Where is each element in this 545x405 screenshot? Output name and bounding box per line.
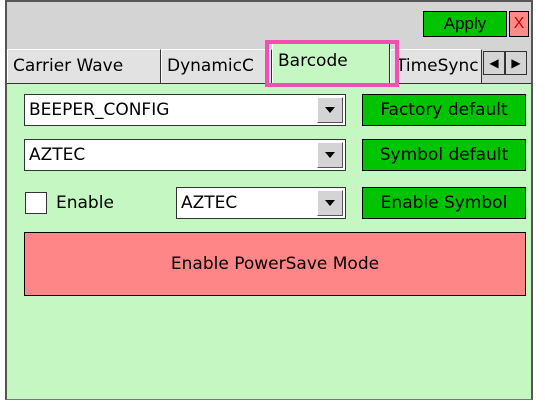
tab-dynamic[interactable]: DynamicC xyxy=(161,49,272,83)
config-select[interactable]: BEEPER_CONFIG xyxy=(24,94,346,126)
arrow-left-icon: ◀ xyxy=(489,56,499,70)
enable-symbol-select[interactable]: AZTEC xyxy=(176,187,346,219)
tab-timesync[interactable]: TimeSync xyxy=(390,49,482,83)
enable-checkbox-label: Enable xyxy=(56,193,114,213)
enable-powersave-button[interactable]: Enable PowerSave Mode xyxy=(24,232,526,296)
enable-checkbox[interactable] xyxy=(25,192,47,214)
symbol-select-value: AZTEC xyxy=(29,145,86,165)
apply-button[interactable]: Apply xyxy=(423,11,507,37)
factory-default-button[interactable]: Factory default xyxy=(362,94,526,126)
chevron-down-icon[interactable] xyxy=(317,190,343,216)
tab-carrier-wave[interactable]: Carrier Wave xyxy=(7,49,161,83)
tab-strip: Carrier Wave DynamicC Barcode TimeSync xyxy=(7,40,531,84)
config-select-value: BEEPER_CONFIG xyxy=(29,100,170,120)
close-button[interactable]: X xyxy=(509,11,529,37)
tab-barcode[interactable]: Barcode xyxy=(272,43,390,83)
tab-scroll-right-button[interactable]: ▶ xyxy=(505,51,527,75)
enable-symbol-button[interactable]: Enable Symbol xyxy=(362,187,526,219)
symbol-default-button[interactable]: Symbol default xyxy=(362,139,526,171)
enable-symbol-select-value: AZTEC xyxy=(181,193,238,213)
arrow-right-icon: ▶ xyxy=(511,56,521,70)
chevron-down-icon[interactable] xyxy=(317,97,343,123)
symbol-select[interactable]: AZTEC xyxy=(24,139,346,171)
chevron-down-icon[interactable] xyxy=(317,142,343,168)
tab-scroll-left-button[interactable]: ◀ xyxy=(483,51,505,75)
